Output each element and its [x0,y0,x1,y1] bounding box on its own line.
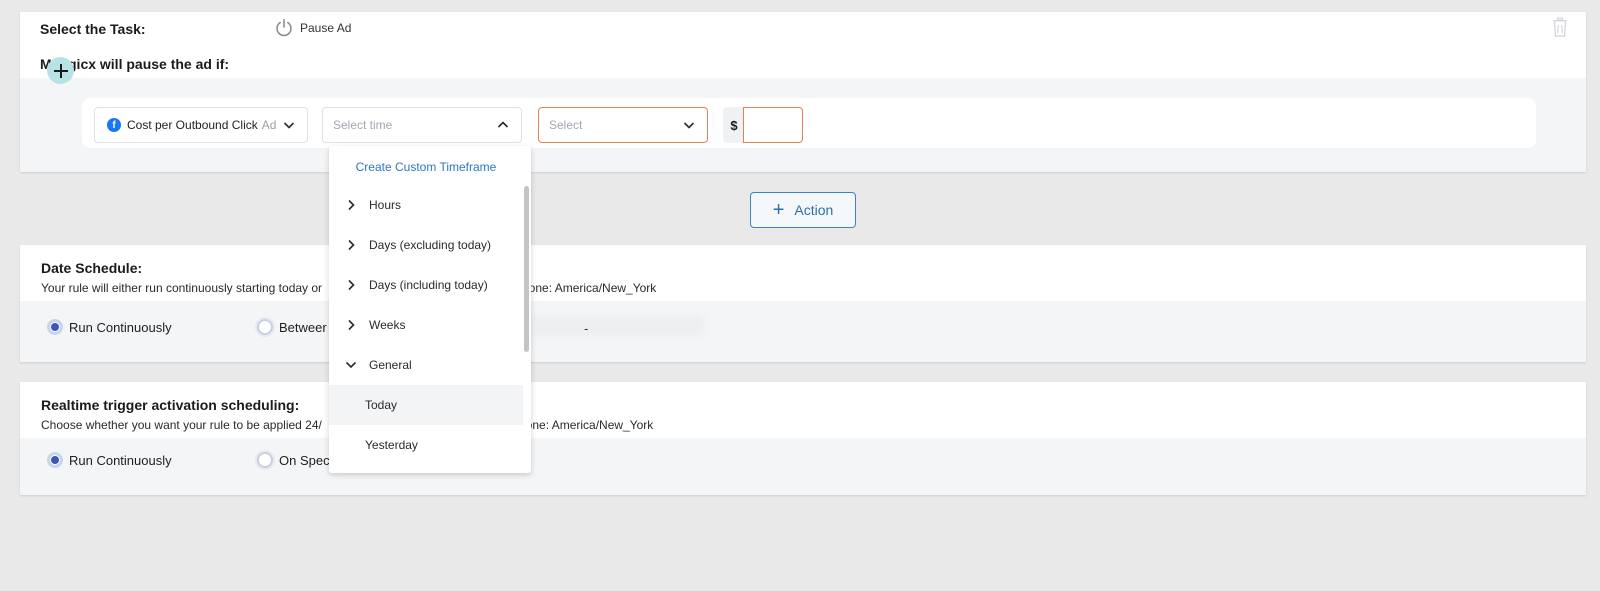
facebook-icon: f [107,118,121,132]
chevron-down-icon [283,119,295,134]
pause-ad-task[interactable]: Pause Ad [274,18,351,38]
task-panel: Select the Task: Pause Ad Madgicx will p… [20,12,1586,172]
radio-between[interactable]: Betweer [257,319,327,335]
menu-group-label: Days (excluding today) [369,238,492,252]
action-label: Action [794,202,834,218]
menu-group-days-including[interactable]: Days (including today) [329,265,523,305]
task-label: Select the Task: [40,21,146,37]
operator-placeholder: Select [549,118,583,132]
chevron-right-icon [343,319,359,331]
date-schedule-desc: Your rule will either run continuously s… [41,281,323,295]
menu-group-label: General [369,358,412,372]
currency-prefix: $ [723,107,745,143]
plus-icon [53,63,68,78]
metric-level: Ad [261,118,277,132]
pause-ad-label: Pause Ad [300,21,352,35]
menu-group-general[interactable]: General [329,345,523,385]
trash-icon[interactable] [1552,17,1568,42]
metric-text: Cost per Outbound Click [127,118,258,132]
menu-group-label: Hours [369,198,402,212]
chevron-down-icon [343,360,359,370]
date-schedule-panel: Date Schedule: Your rule will either run… [20,245,1586,362]
radio-label: Run Continuously [69,319,172,335]
radio-run-continuously[interactable]: Run Continuously [47,452,172,468]
radio-unselected-icon [257,319,273,335]
date-schedule-timezone: ezone: America/New_York [516,281,657,295]
chevron-right-icon [343,239,359,251]
realtime-options: Run Continuously On Spec [20,438,1586,495]
menu-group-label: Weeks [369,318,406,332]
date-schedule-options: Run Continuously Betweer - [20,301,1586,362]
menu-item-yesterday[interactable]: Yesterday [329,425,523,465]
power-icon [274,18,294,38]
date-range-dash: - [584,321,589,336]
radio-on-specific[interactable]: On Spec [257,452,330,468]
add-condition-button[interactable] [47,57,74,84]
menu-item-today[interactable]: Today [329,385,523,425]
realtime-timezone: ezone: America/New_York [513,418,654,432]
plus-icon: + [772,199,785,221]
time-select-placeholder: Select time [333,118,393,132]
realtime-title: Realtime trigger activation scheduling: [41,397,300,413]
menu-group-hours[interactable]: Hours [329,185,523,225]
menu-group-label: Days (including today) [369,278,488,292]
operator-select[interactable]: Select [538,107,708,143]
time-select[interactable]: Select time [322,107,522,143]
add-action-button[interactable]: + Action [750,192,856,228]
radio-label: Betweer [279,319,327,335]
chevron-down-icon [683,119,695,134]
radio-selected-icon [47,452,63,468]
metric-select[interactable]: f Cost per Outbound Click Ad [94,107,308,143]
realtime-desc: Choose whether you want your rule to be … [41,418,322,432]
radio-run-continuously[interactable]: Run Continuously [47,319,172,335]
radio-unselected-icon [257,452,273,468]
chevron-up-icon [497,119,509,134]
create-custom-timeframe-link[interactable]: Create Custom Timeframe [329,160,523,174]
menu-scrollbar[interactable] [524,186,529,352]
chevron-right-icon [343,279,359,291]
realtime-panel: Realtime trigger activation scheduling: … [20,382,1586,495]
date-range-field[interactable] [530,315,705,337]
value-input[interactable] [743,107,803,143]
menu-group-weeks[interactable]: Weeks [329,305,523,345]
radio-label: On Spec [279,452,330,468]
radio-selected-icon [47,319,63,335]
menu-group-days-excluding[interactable]: Days (excluding today) [329,225,523,265]
radio-label: Run Continuously [69,452,172,468]
time-dropdown-menu: Create Custom Timeframe Hours Days (excl… [329,146,531,473]
chevron-right-icon [343,199,359,211]
date-schedule-title: Date Schedule: [41,260,143,276]
